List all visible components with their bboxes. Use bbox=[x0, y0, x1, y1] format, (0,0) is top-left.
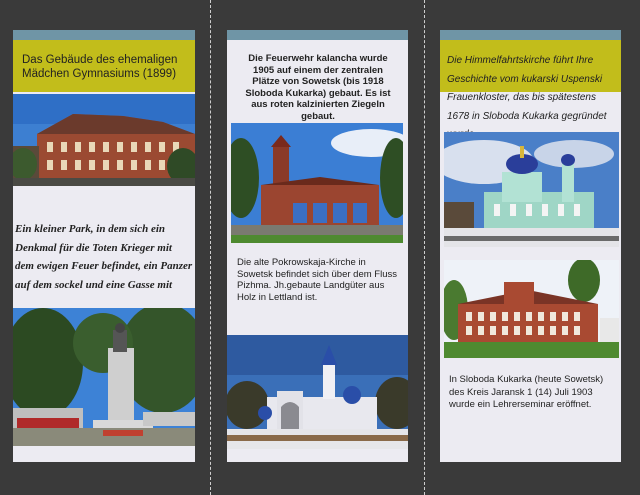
teachers-seminary-photo bbox=[444, 260, 619, 358]
panel-header-bar bbox=[13, 30, 195, 40]
ascension-church-photo bbox=[444, 132, 619, 247]
fire-tower-photo bbox=[231, 123, 403, 243]
panel-right: Die Himmelfahrtskirche führt Ihre Geschi… bbox=[440, 30, 621, 462]
fold-line-left bbox=[210, 0, 211, 495]
war-memorial-photo bbox=[13, 308, 195, 446]
gymnasium-caption: Das Gebäude des ehemaligen Mädchen Gymna… bbox=[22, 54, 178, 80]
ascension-caption: Die Himmelfahrtskirche führt Ihre Geschi… bbox=[447, 55, 607, 140]
panel-left: Das Gebäude des ehemaligen Mädchen Gymna… bbox=[13, 30, 195, 462]
fire-tower-caption: Die Feuerwehr kalancha wurde 1905 auf ei… bbox=[245, 53, 391, 122]
panel-header-bar bbox=[227, 30, 408, 40]
panel-middle: Die Feuerwehr kalancha wurde 1905 auf ei… bbox=[227, 30, 408, 462]
pokrovskaya-church-photo bbox=[227, 335, 408, 449]
gymnasium-photo bbox=[13, 94, 195, 186]
park-caption: Ein kleiner Park, in dem sich ein Denkma… bbox=[15, 223, 193, 291]
pokrovskaya-caption: Die alte Pokrowskaja-Kirche in Sowetsk b… bbox=[237, 257, 397, 303]
seminary-caption: In Sloboda Kukarka (heute Sowetsk) des K… bbox=[449, 374, 604, 410]
fold-line-right bbox=[424, 0, 425, 495]
panel-header-bar bbox=[440, 30, 621, 40]
